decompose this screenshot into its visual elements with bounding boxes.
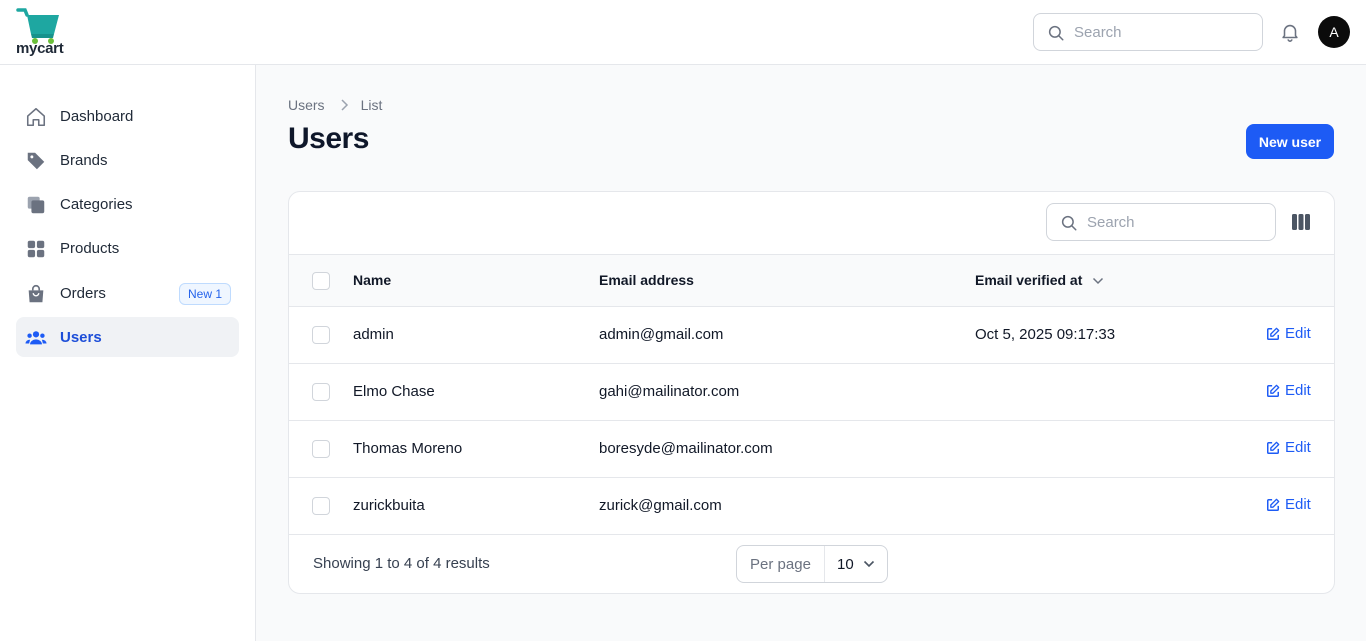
sidebar-item-label: Orders xyxy=(60,284,106,302)
table-row: admin admin@gmail.com Oct 5, 2025 09:17:… xyxy=(289,307,1334,364)
edit-icon xyxy=(1267,384,1280,397)
column-header-name[interactable]: Name xyxy=(353,272,391,288)
shopping-bag-icon xyxy=(28,285,44,303)
edit-button[interactable]: Edit xyxy=(1266,439,1311,456)
grid-icon xyxy=(27,240,45,258)
row-checkbox[interactable] xyxy=(312,497,330,515)
sidebar-item-brands[interactable]: Brands xyxy=(16,140,239,180)
table-search[interactable] xyxy=(1046,203,1276,241)
users-icon xyxy=(25,331,47,345)
table-row: Thomas Moreno boresyde@mailinator.com Ed… xyxy=(289,421,1334,478)
select-all-checkbox[interactable] xyxy=(312,272,330,290)
table-row: Elmo Chase gahi@mailinator.com Edit xyxy=(289,364,1334,421)
column-header-label: Email verified at xyxy=(975,272,1083,288)
new-user-button[interactable]: New user xyxy=(1246,124,1334,159)
search-icon xyxy=(1061,215,1077,231)
breadcrumb: Users List xyxy=(288,97,382,113)
column-header-email[interactable]: Email address xyxy=(599,272,694,288)
per-page-select[interactable]: Per page 10 xyxy=(736,545,888,583)
row-checkbox[interactable] xyxy=(312,440,330,458)
chevron-down-icon xyxy=(863,560,875,568)
sidebar: Dashboard Brands Categories Products Ord… xyxy=(0,65,256,641)
cell-name: zurickbuita xyxy=(353,497,425,514)
row-checkbox[interactable] xyxy=(312,383,330,401)
orders-new-badge: New 1 xyxy=(178,283,231,305)
sidebar-item-label: Brands xyxy=(60,151,108,169)
users-table-card: Name Email address Email verified at adm… xyxy=(288,191,1335,594)
cell-email: boresyde@mailinator.com xyxy=(599,440,773,457)
sidebar-item-users[interactable]: Users xyxy=(16,317,239,357)
per-page-label: Per page xyxy=(737,546,825,582)
global-search-input[interactable] xyxy=(1074,14,1254,50)
pagination-summary: Showing 1 to 4 of 4 results xyxy=(313,555,490,572)
breadcrumb-users-link[interactable]: Users xyxy=(288,97,325,113)
edit-label: Edit xyxy=(1285,439,1311,456)
chevron-down-icon xyxy=(1093,278,1104,285)
row-checkbox[interactable] xyxy=(312,326,330,344)
sidebar-item-categories[interactable]: Categories xyxy=(16,184,239,224)
home-icon xyxy=(26,107,46,127)
sidebar-item-label: Dashboard xyxy=(60,107,134,125)
edit-icon xyxy=(1267,327,1280,340)
edit-label: Edit xyxy=(1285,325,1311,342)
cell-name: admin xyxy=(353,326,394,343)
sidebar-item-label: Users xyxy=(60,328,102,346)
edit-label: Edit xyxy=(1285,382,1311,399)
per-page-value[interactable]: 10 xyxy=(825,546,887,582)
per-page-value-text: 10 xyxy=(837,555,854,573)
cell-email: admin@gmail.com xyxy=(599,326,724,343)
cell-name: Thomas Moreno xyxy=(353,440,463,457)
cell-name: Elmo Chase xyxy=(353,383,435,400)
edit-button[interactable]: Edit xyxy=(1266,496,1311,513)
column-header-email-verified[interactable]: Email verified at xyxy=(975,272,1104,288)
bell-icon[interactable] xyxy=(1279,21,1301,43)
edit-icon xyxy=(1267,498,1280,511)
brand-name: mycart xyxy=(16,40,64,57)
table-toolbar xyxy=(289,192,1334,254)
cell-email: gahi@mailinator.com xyxy=(599,383,740,400)
cell-verified-at: Oct 5, 2025 09:17:33 xyxy=(975,326,1116,343)
page-title: Users xyxy=(288,122,369,155)
search-icon xyxy=(1048,25,1064,41)
sidebar-item-label: Products xyxy=(60,239,120,257)
sidebar-item-products[interactable]: Products xyxy=(16,228,239,268)
columns-icon[interactable] xyxy=(1292,214,1310,230)
global-search[interactable] xyxy=(1033,13,1263,51)
tag-icon xyxy=(27,152,45,170)
top-bar: mycart A xyxy=(0,0,1366,65)
user-avatar[interactable]: A xyxy=(1318,16,1350,48)
sidebar-item-orders[interactable]: Orders New 1 xyxy=(16,273,239,313)
edit-label: Edit xyxy=(1285,496,1311,513)
cell-email: zurick@gmail.com xyxy=(599,497,722,514)
edit-button[interactable]: Edit xyxy=(1266,382,1311,399)
edit-button[interactable]: Edit xyxy=(1266,325,1311,342)
table-header: Name Email address Email verified at xyxy=(289,254,1334,307)
edit-icon xyxy=(1267,441,1280,454)
sidebar-item-dashboard[interactable]: Dashboard xyxy=(16,96,239,136)
breadcrumb-current: List xyxy=(360,97,383,113)
sidebar-item-label: Categories xyxy=(60,195,133,213)
table-search-input[interactable] xyxy=(1087,204,1267,240)
table-row: zurickbuita zurick@gmail.com Edit xyxy=(289,478,1334,535)
layers-icon xyxy=(27,196,45,214)
chevron-right-icon xyxy=(341,99,348,111)
